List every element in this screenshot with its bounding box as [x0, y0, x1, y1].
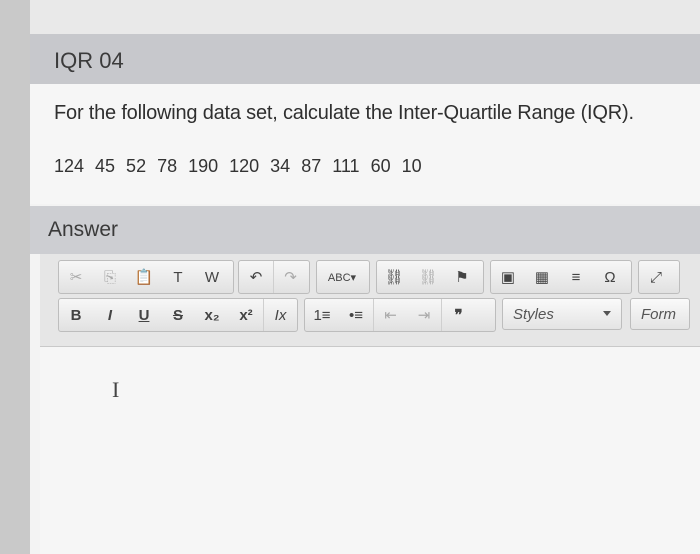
paragraph-group: 1≡ •≡ ⇤ ⇥ ❞ — [304, 298, 496, 332]
editor-toolbar: ✂ ⎘ 📋 T W ↶ ↷ ABC▾ ⛓ ⛓ ⚑ ▣ ▦ ≡ Ω ⤢ B I U… — [40, 254, 700, 347]
blockquote-icon[interactable]: ❞ — [441, 299, 475, 331]
link-icon[interactable]: ⛓ — [377, 261, 411, 293]
indent-icon[interactable]: ⇥ — [407, 299, 441, 331]
maximize-group: ⤢ — [638, 260, 680, 294]
underline-button[interactable]: U — [127, 299, 161, 331]
image-icon[interactable]: ▣ — [491, 261, 525, 293]
paste-text-icon[interactable]: T — [161, 261, 195, 293]
bulleted-list-icon[interactable]: •≡ — [339, 299, 373, 331]
strikethrough-button[interactable]: S — [161, 299, 195, 331]
spellcheck-icon[interactable]: ABC▾ — [317, 261, 367, 293]
undo-icon[interactable]: ↶ — [239, 261, 273, 293]
undo-redo-group: ↶ ↷ — [238, 260, 310, 294]
clipboard-group: ✂ ⎘ 📋 T W — [58, 260, 234, 294]
basic-styles-group: B I U S x₂ x² Ix — [58, 298, 298, 332]
cut-icon[interactable]: ✂ — [59, 261, 93, 293]
superscript-button[interactable]: x² — [229, 299, 263, 331]
bold-button[interactable]: B — [59, 299, 93, 331]
remove-format-button[interactable]: Ix — [263, 299, 297, 331]
answer-title: Answer — [48, 218, 119, 241]
question-title: IQR 04 — [54, 48, 124, 73]
insert-group: ▣ ▦ ≡ Ω — [490, 260, 632, 294]
outdent-icon[interactable]: ⇤ — [373, 299, 407, 331]
maximize-icon[interactable]: ⤢ — [639, 261, 673, 293]
unlink-icon[interactable]: ⛓ — [411, 261, 445, 293]
copy-icon[interactable]: ⎘ — [93, 261, 127, 293]
question-header: IQR 04 — [30, 34, 700, 84]
horizontal-line-icon[interactable]: ≡ — [559, 261, 593, 293]
format-dropdown[interactable]: Form — [630, 298, 690, 330]
text-cursor-icon: I — [112, 377, 120, 402]
chevron-down-icon — [603, 311, 611, 316]
format-dropdown-label: Form — [641, 305, 676, 323]
table-icon[interactable]: ▦ — [525, 261, 559, 293]
question-panel: IQR 04 For the following data set, calcu… — [30, 0, 700, 554]
top-strip — [30, 0, 700, 34]
answer-editor-area[interactable]: I — [40, 347, 700, 554]
link-group: ⛓ ⛓ ⚑ — [376, 260, 484, 294]
paste-icon[interactable]: 📋 — [127, 261, 161, 293]
numbered-list-icon[interactable]: 1≡ — [305, 299, 339, 331]
anchor-flag-icon[interactable]: ⚑ — [445, 261, 479, 293]
special-char-icon[interactable]: Ω — [593, 261, 627, 293]
styles-dropdown[interactable]: Styles — [502, 298, 622, 330]
subscript-button[interactable]: x₂ — [195, 299, 229, 331]
question-prompt: For the following data set, calculate th… — [54, 102, 634, 124]
left-gutter — [0, 0, 30, 554]
italic-button[interactable]: I — [93, 299, 127, 331]
question-body: For the following data set, calculate th… — [30, 84, 700, 204]
styles-dropdown-label: Styles — [513, 305, 554, 323]
redo-icon[interactable]: ↷ — [273, 261, 307, 293]
paste-word-icon[interactable]: W — [195, 261, 229, 293]
data-set-values: 124 45 52 78 190 120 34 87 111 60 10 — [54, 156, 422, 176]
spellcheck-group: ABC▾ — [316, 260, 370, 294]
answer-header: Answer — [30, 206, 700, 254]
